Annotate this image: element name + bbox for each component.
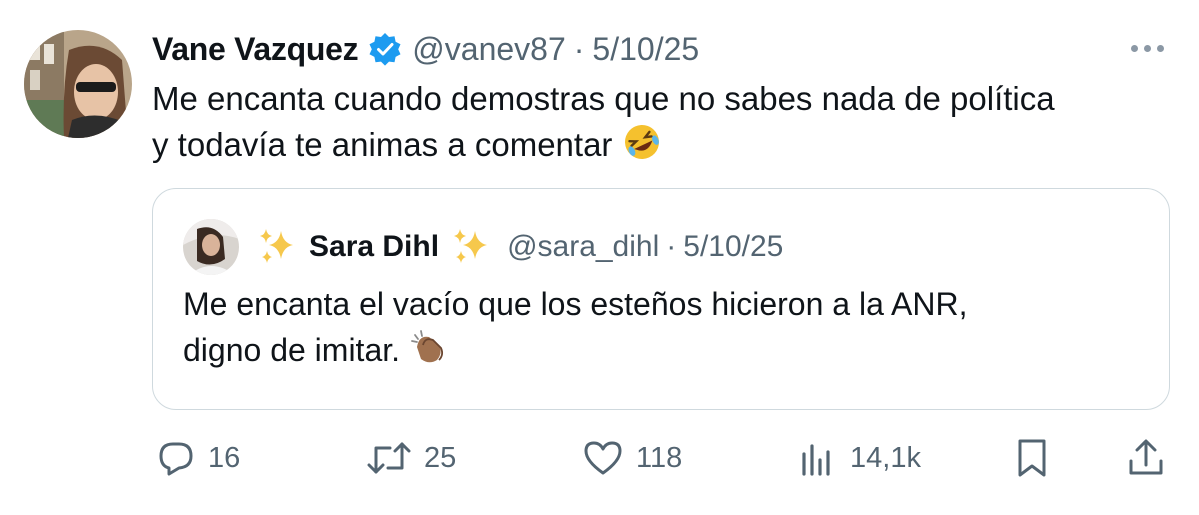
bookmark-button[interactable] bbox=[1014, 428, 1050, 488]
repost-icon bbox=[367, 442, 411, 474]
bookmark-icon bbox=[1018, 439, 1046, 477]
quoted-author-display-name[interactable]: Sara Dihl bbox=[309, 230, 439, 264]
verified-badge-icon bbox=[368, 32, 402, 66]
quoted-tweet-header: Sara Dihl @sara_dihl · 5/10/25 bbox=[183, 219, 783, 275]
quoted-tweet-date[interactable]: 5/10/25 bbox=[683, 230, 783, 264]
repost-button[interactable]: 25 bbox=[366, 428, 456, 488]
views-chart-icon bbox=[802, 444, 830, 476]
author-avatar[interactable] bbox=[24, 30, 132, 138]
heart-icon bbox=[584, 441, 622, 475]
tweet-date[interactable]: 5/10/25 bbox=[592, 31, 699, 68]
more-options-icon[interactable] bbox=[1125, 30, 1169, 66]
quoted-tweet-card[interactable]: Sara Dihl @sara_dihl · 5/10/25 Me encant… bbox=[152, 188, 1170, 410]
rolling-laughing-emoji-icon bbox=[622, 122, 662, 174]
reply-button[interactable]: 16 bbox=[156, 428, 240, 488]
quoted-author-avatar[interactable] bbox=[183, 219, 239, 275]
reply-icon bbox=[159, 442, 193, 476]
tweet-header: Vane Vazquez @vanev87 · 5/10/25 bbox=[152, 26, 699, 72]
like-button[interactable]: 118 bbox=[582, 428, 682, 488]
tweet-text: Me encanta cuando demostras que no sabes… bbox=[152, 76, 1182, 174]
quoted-text-line: Me encanta el vacío que los esteños hici… bbox=[183, 286, 968, 322]
like-count: 118 bbox=[636, 441, 683, 474]
tweet-text-line: y todavía te animas a comentar bbox=[152, 126, 613, 163]
quoted-header-separator: · bbox=[666, 230, 677, 263]
tweet-text-line: Me encanta cuando demostras que no sabes… bbox=[152, 80, 1055, 117]
header-separator: · bbox=[573, 30, 585, 67]
quoted-text-line: digno de imitar. bbox=[183, 332, 401, 368]
views-count: 14,1k bbox=[850, 441, 921, 474]
clapping-hands-emoji-icon bbox=[409, 327, 449, 379]
reply-count: 16 bbox=[208, 441, 241, 474]
views-button[interactable]: 14,1k bbox=[798, 428, 921, 488]
quoted-tweet-text: Me encanta el vacío que los esteños hici… bbox=[183, 281, 1143, 379]
share-icon bbox=[1129, 439, 1163, 475]
sparkles-icon bbox=[255, 225, 299, 269]
share-button[interactable] bbox=[1126, 428, 1166, 488]
repost-count: 25 bbox=[424, 441, 457, 474]
author-handle[interactable]: @vanev87 bbox=[412, 31, 565, 68]
tweet-actions-bar: 16 25 118 14,1k bbox=[152, 428, 1182, 488]
author-display-name[interactable]: Vane Vazquez bbox=[152, 31, 359, 68]
quoted-author-handle[interactable]: @sara_dihl bbox=[507, 230, 659, 264]
sparkles-icon bbox=[449, 225, 493, 269]
